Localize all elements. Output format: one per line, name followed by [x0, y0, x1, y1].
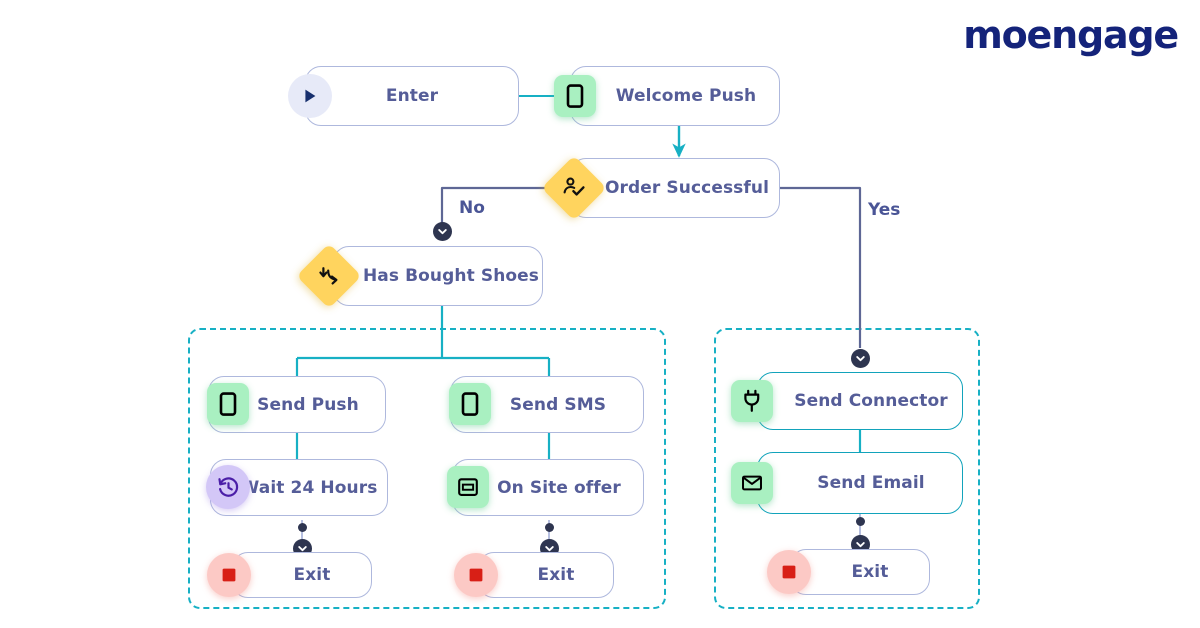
- node-send-connector[interactable]: Send Connector: [757, 372, 963, 430]
- node-enter[interactable]: Enter: [305, 66, 519, 126]
- logo-text-part1: m: [963, 13, 1003, 57]
- mobile-push-icon: [207, 383, 249, 425]
- branch-label-no: No: [459, 198, 485, 218]
- node-exit-email-label: Exit: [851, 562, 889, 582]
- node-send-email[interactable]: Send Email: [757, 452, 963, 514]
- onsite-window-icon: [447, 466, 489, 508]
- node-has-bought-shoes[interactable]: Has Bought Shoes: [333, 246, 543, 306]
- clock-rewind-icon: [206, 465, 250, 509]
- node-order-successful-label: Order Successful: [604, 178, 770, 198]
- user-check-icon: [541, 155, 607, 221]
- plug-connector-icon: [731, 380, 773, 422]
- node-send-connector-label: Send Connector: [794, 391, 948, 411]
- chevron-down-icon-yes-branch[interactable]: [851, 349, 870, 368]
- wire-dot: [856, 517, 865, 526]
- node-welcome-push[interactable]: Welcome Push: [570, 66, 780, 126]
- split-branch-icon: [296, 243, 362, 309]
- mobile-sms-icon: [449, 383, 491, 425]
- flow-canvas: moengage Enter Welcome Push Order Succes…: [0, 0, 1200, 628]
- play-icon: [288, 74, 332, 118]
- wire-dot: [298, 523, 307, 532]
- stop-square-icon: [454, 553, 498, 597]
- node-exit-push-label: Exit: [293, 565, 331, 585]
- node-wait-24-hours-label: Wait 24 Hours: [240, 477, 378, 498]
- stop-square-icon: [767, 550, 811, 594]
- node-welcome-push-label: Welcome Push: [615, 86, 757, 106]
- node-send-email-label: Send Email: [817, 473, 925, 493]
- mobile-push-icon: [554, 75, 596, 117]
- moengage-logo: moengage: [963, 13, 1180, 57]
- node-has-bought-shoes-label: Has Bought Shoes: [362, 266, 540, 286]
- node-send-sms-label: Send SMS: [509, 394, 607, 415]
- logo-smile-o: o: [1001, 13, 1028, 57]
- branch-label-yes: Yes: [868, 200, 900, 220]
- wire-dot: [545, 523, 554, 532]
- envelope-icon: [731, 462, 773, 504]
- node-enter-label: Enter: [385, 86, 439, 106]
- stop-square-icon: [207, 553, 251, 597]
- chevron-down-icon-no-branch[interactable]: [433, 222, 452, 241]
- node-send-push-label: Send Push: [257, 394, 359, 415]
- node-exit-email[interactable]: Exit: [790, 549, 930, 595]
- branch-label-no-text: No: [459, 198, 485, 218]
- node-exit-sms[interactable]: Exit: [478, 552, 614, 598]
- node-exit-push[interactable]: Exit: [232, 552, 372, 598]
- node-on-site-offer-label: On Site offer: [497, 477, 621, 498]
- node-exit-sms-label: Exit: [537, 565, 575, 585]
- branch-label-yes-text: Yes: [868, 200, 901, 220]
- logo-text-part2: engage: [1026, 13, 1180, 57]
